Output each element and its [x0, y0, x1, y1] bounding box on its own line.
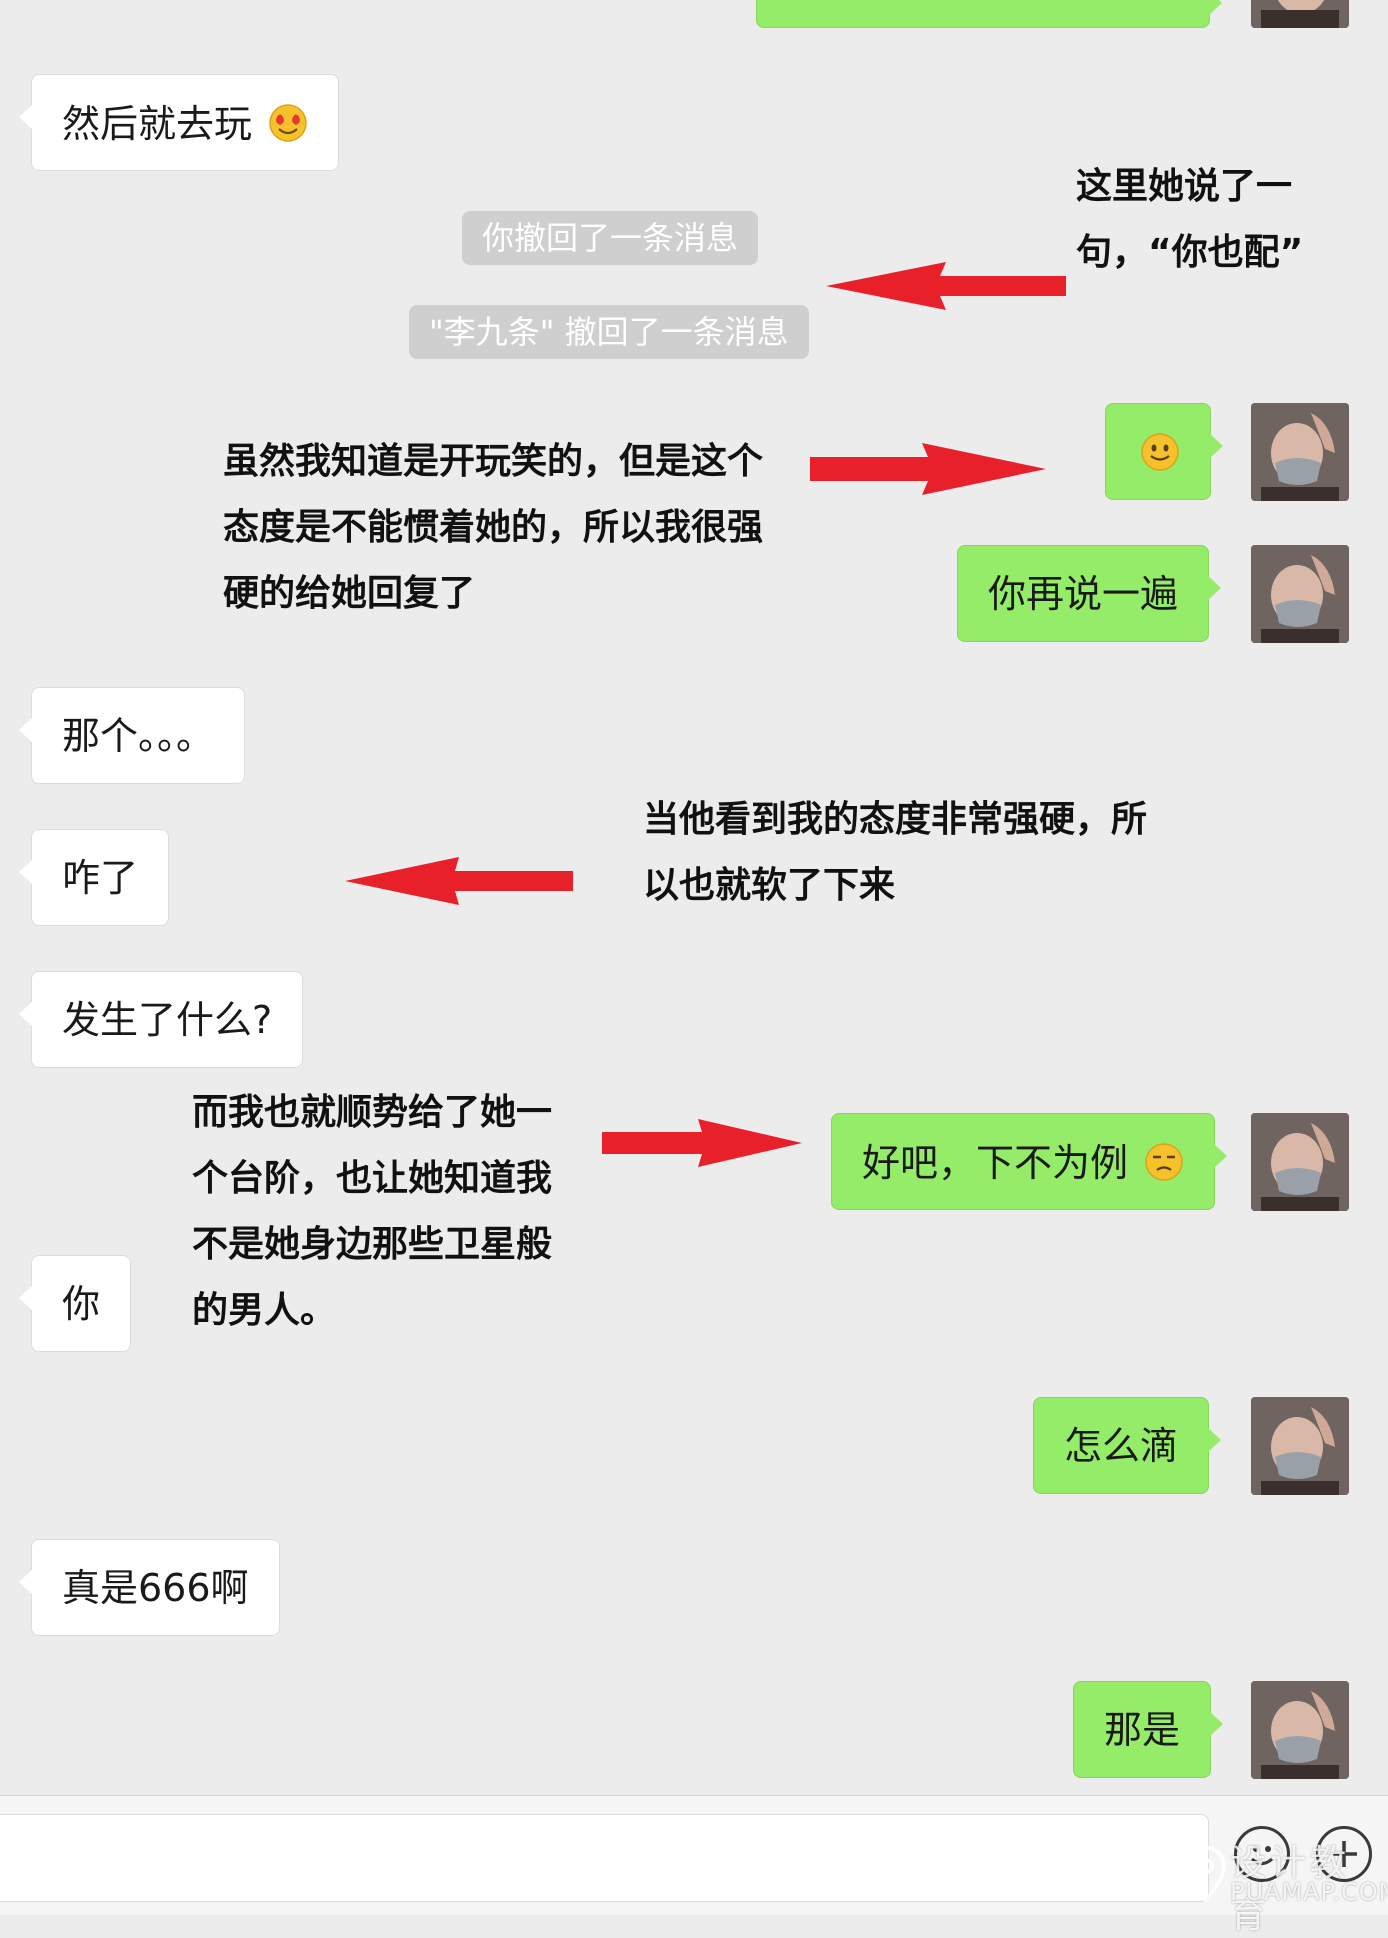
message-text: 那是 — [1104, 1708, 1181, 1752]
avatar[interactable] — [1251, 403, 1349, 501]
message-bubble-outgoing[interactable]: 那是 — [1073, 1681, 1224, 1778]
annotation-line: 的男人。 — [192, 1290, 337, 1331]
annotation-line: 态度是不能惯着她的，所以我很强 — [223, 507, 764, 548]
annotation-line: 这里她说了一 — [1076, 166, 1293, 207]
message-text: 咋了 — [62, 856, 139, 900]
message-input-bar: 设计教育 PUAMAP.COM — [0, 1795, 1388, 1936]
avatar[interactable] — [1251, 0, 1349, 28]
unamused-emoji-icon — [1145, 1143, 1183, 1181]
message-text: 你 — [62, 1282, 101, 1326]
message-bubble-incoming[interactable]: 发生了什么? — [18, 971, 304, 1068]
smile-emoji-icon — [1141, 433, 1179, 471]
message-text: 你再说一遍 — [988, 572, 1179, 616]
red-arrow-left-icon — [826, 262, 1066, 310]
annotation-line: 虽然我知道是开玩笑的，但是这个 — [223, 441, 764, 482]
message-input[interactable] — [0, 1814, 1209, 1902]
location-pin-logo-icon — [1186, 1846, 1226, 1902]
message-text: 真是666啊 — [62, 1566, 249, 1610]
heart-eyes-emoji-icon — [269, 104, 307, 142]
annotation-line: 个台阶，也让她知道我 — [192, 1158, 553, 1199]
message-bubble-outgoing[interactable]: 你再说一遍 — [957, 545, 1222, 642]
message-text: 发生了什么? — [62, 998, 273, 1042]
annotation-line: 句，“你也配” — [1076, 232, 1304, 273]
message-bubble-incoming[interactable]: 那个。。。 — [18, 687, 246, 784]
message-text: 然后就去玩 — [62, 102, 253, 146]
message-bubble-incoming[interactable]: 然后就去玩 — [18, 74, 340, 171]
annotation-note: 而我也就顺势给了她一 个台阶，也让她知道我 不是她身边那些卫星般 的男人。 — [192, 1080, 552, 1344]
annotation-line: 硬的给她回复了 — [223, 573, 476, 614]
red-arrow-right-icon — [810, 443, 1046, 495]
message-bubble-outgoing[interactable]: 怎么滴 — [1033, 1397, 1222, 1494]
message-text: 怎么滴 — [1064, 1424, 1179, 1468]
annotation-line: 而我也就顺势给了她一 — [192, 1092, 553, 1133]
annotation-note: 当他看到我的态度非常强硬，所 以也就软了下来 — [643, 787, 1147, 919]
system-notice-recalled: 你撤回了一条消息 — [462, 211, 759, 265]
avatar[interactable] — [1251, 1113, 1349, 1211]
annotation-note: 虽然我知道是开玩笑的，但是这个 态度是不能惯着她的，所以我很强 硬的给她回复了 — [223, 429, 763, 627]
message-bubble-incoming[interactable]: 咋了 — [18, 829, 170, 926]
message-text: 那个。。。 — [62, 714, 215, 758]
message-bubble-outgoing[interactable] — [1105, 403, 1223, 500]
message-bubble-outgoing-partial[interactable] — [756, 0, 1222, 28]
message-bubble-incoming[interactable]: 你 — [18, 1255, 132, 1352]
red-arrow-left-icon — [345, 857, 573, 905]
avatar[interactable] — [1251, 1681, 1349, 1779]
annotation-line: 当他看到我的态度非常强硬，所 — [643, 799, 1148, 840]
red-arrow-right-icon — [602, 1119, 802, 1167]
annotation-line: 以也就软了下来 — [643, 865, 896, 906]
annotation-line: 不是她身边那些卫星般 — [192, 1224, 553, 1265]
avatar[interactable] — [1251, 1397, 1349, 1495]
message-bubble-outgoing[interactable]: 好吧，下不为例 — [831, 1113, 1228, 1210]
annotation-note: 这里她说了一 句，“你也配” — [1076, 154, 1303, 286]
system-notice-recalled: "李九条" 撤回了一条消息 — [409, 305, 809, 359]
message-bubble-incoming[interactable]: 真是666啊 — [19, 1539, 280, 1636]
watermark-domain: PUAMAP.COM — [1230, 1878, 1388, 1906]
message-text: 好吧，下不为例 — [862, 1141, 1129, 1185]
avatar[interactable] — [1251, 545, 1349, 643]
